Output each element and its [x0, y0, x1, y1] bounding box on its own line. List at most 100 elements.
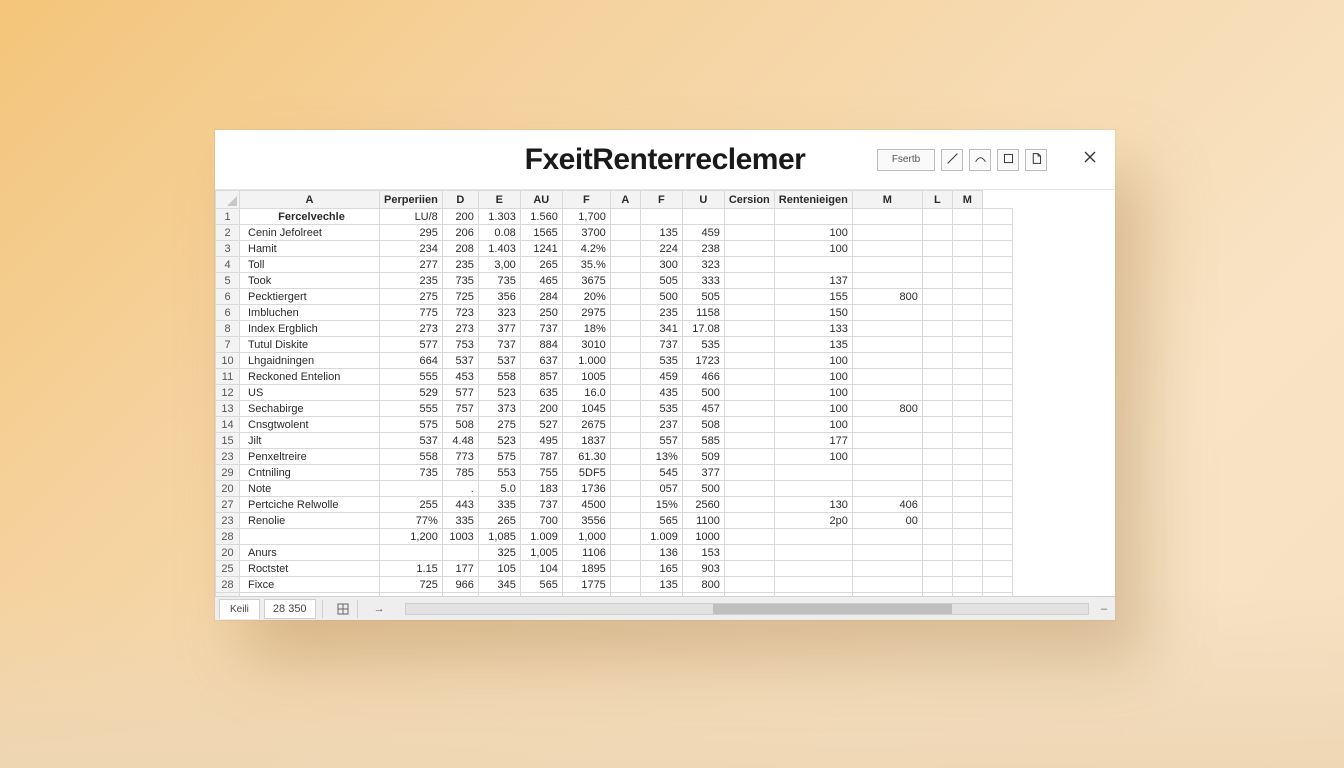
cell[interactable]: 100 — [774, 225, 852, 241]
cell[interactable]: 508 — [442, 417, 478, 433]
cell[interactable]: Reckoned Entelion — [240, 369, 380, 385]
cell[interactable]: 104 — [520, 561, 562, 577]
cell[interactable]: 3010 — [562, 337, 610, 353]
column-header[interactable]: Rentenieigen — [774, 191, 852, 209]
cell[interactable]: 500 — [682, 385, 724, 401]
search-box[interactable]: Fsertb — [877, 149, 935, 171]
cell[interactable]: 3556 — [562, 513, 610, 529]
cell[interactable]: 529 — [380, 385, 443, 401]
cell[interactable]: 453 — [442, 369, 478, 385]
cell[interactable] — [922, 225, 952, 241]
cell[interactable]: 537 — [380, 433, 443, 449]
row-header[interactable]: 23 — [216, 449, 240, 465]
cell[interactable] — [852, 273, 922, 289]
cell[interactable] — [952, 577, 982, 593]
cell[interactable]: 20% — [562, 289, 610, 305]
column-header[interactable]: U — [682, 191, 724, 209]
cell[interactable]: 5.0 — [478, 481, 520, 497]
cell[interactable] — [610, 497, 640, 513]
cell[interactable] — [610, 209, 640, 225]
cell[interactable]: 1.560 — [520, 209, 562, 225]
cell[interactable]: 406 — [852, 497, 922, 513]
cell[interactable] — [852, 577, 922, 593]
cell[interactable] — [952, 273, 982, 289]
cell[interactable] — [922, 241, 952, 257]
cell[interactable]: 105 — [478, 561, 520, 577]
cell[interactable] — [952, 561, 982, 577]
cell[interactable]: Lhgaidningen — [240, 353, 380, 369]
cell[interactable] — [724, 241, 774, 257]
cell[interactable] — [380, 481, 443, 497]
cell[interactable]: 577 — [442, 385, 478, 401]
cell[interactable]: 1.15 — [380, 561, 443, 577]
cell[interactable]: 527 — [520, 417, 562, 433]
cell[interactable] — [982, 561, 1012, 577]
cell[interactable]: 35.% — [562, 257, 610, 273]
cell[interactable]: 183 — [520, 481, 562, 497]
cell[interactable] — [610, 225, 640, 241]
cell[interactable] — [610, 417, 640, 433]
horizontal-scrollbar[interactable] — [405, 603, 1089, 615]
cell[interactable]: 155 — [774, 289, 852, 305]
cell[interactable]: 553 — [478, 465, 520, 481]
cell[interactable]: 800 — [682, 577, 724, 593]
cell[interactable]: 100 — [774, 449, 852, 465]
cell[interactable]: 637 — [520, 353, 562, 369]
cell[interactable] — [724, 289, 774, 305]
cell[interactable] — [922, 561, 952, 577]
cell[interactable] — [852, 257, 922, 273]
cell[interactable] — [982, 401, 1012, 417]
cell[interactable]: 356 — [478, 289, 520, 305]
cell[interactable] — [852, 385, 922, 401]
cell[interactable]: 737 — [478, 337, 520, 353]
cell[interactable]: 1003 — [442, 529, 478, 545]
cell[interactable] — [982, 209, 1012, 225]
cell[interactable]: 377 — [478, 321, 520, 337]
cell[interactable] — [724, 209, 774, 225]
cell[interactable] — [952, 353, 982, 369]
cell[interactable]: 3,00 — [478, 257, 520, 273]
cell[interactable]: 373 — [478, 401, 520, 417]
cell[interactable] — [610, 513, 640, 529]
cell[interactable] — [724, 513, 774, 529]
cell[interactable]: 153 — [682, 545, 724, 561]
cell[interactable] — [982, 449, 1012, 465]
cell[interactable] — [774, 529, 852, 545]
cell[interactable]: Imbluchen — [240, 305, 380, 321]
cell[interactable]: 755 — [520, 465, 562, 481]
cell[interactable] — [610, 257, 640, 273]
cell[interactable] — [922, 513, 952, 529]
spreadsheet-grid[interactable]: APerperiienDEAUFAFUCersionRentenieigenML… — [215, 190, 1115, 596]
cell[interactable]: 1158 — [682, 305, 724, 321]
grid-icon[interactable] — [335, 601, 351, 617]
cell[interactable] — [922, 321, 952, 337]
cell[interactable]: Renolie — [240, 513, 380, 529]
cell[interactable] — [852, 209, 922, 225]
cell[interactable]: 133 — [774, 321, 852, 337]
cell[interactable] — [610, 289, 640, 305]
column-header[interactable]: A — [610, 191, 640, 209]
cell[interactable] — [724, 225, 774, 241]
cell[interactable]: 735 — [442, 273, 478, 289]
cell[interactable] — [982, 385, 1012, 401]
cell[interactable] — [610, 545, 640, 561]
cell[interactable]: 137 — [774, 273, 852, 289]
cell[interactable]: Note — [240, 481, 380, 497]
cell[interactable] — [952, 513, 982, 529]
cell[interactable]: LU/8 — [380, 209, 443, 225]
cell[interactable]: 1837 — [562, 433, 610, 449]
cell[interactable]: 16.0 — [562, 385, 610, 401]
row-header[interactable]: 20 — [216, 545, 240, 561]
cell[interactable]: 237 — [640, 417, 682, 433]
toolbar-line2-button[interactable] — [969, 149, 991, 171]
cell[interactable] — [852, 449, 922, 465]
cell[interactable]: 557 — [640, 433, 682, 449]
cell[interactable] — [610, 481, 640, 497]
cell[interactable]: 77% — [380, 513, 443, 529]
column-header[interactable]: M — [952, 191, 982, 209]
row-header[interactable]: 14 — [216, 417, 240, 433]
cell[interactable] — [610, 369, 640, 385]
cell[interactable] — [922, 273, 952, 289]
cell[interactable] — [922, 545, 952, 561]
cell[interactable]: 735 — [478, 273, 520, 289]
